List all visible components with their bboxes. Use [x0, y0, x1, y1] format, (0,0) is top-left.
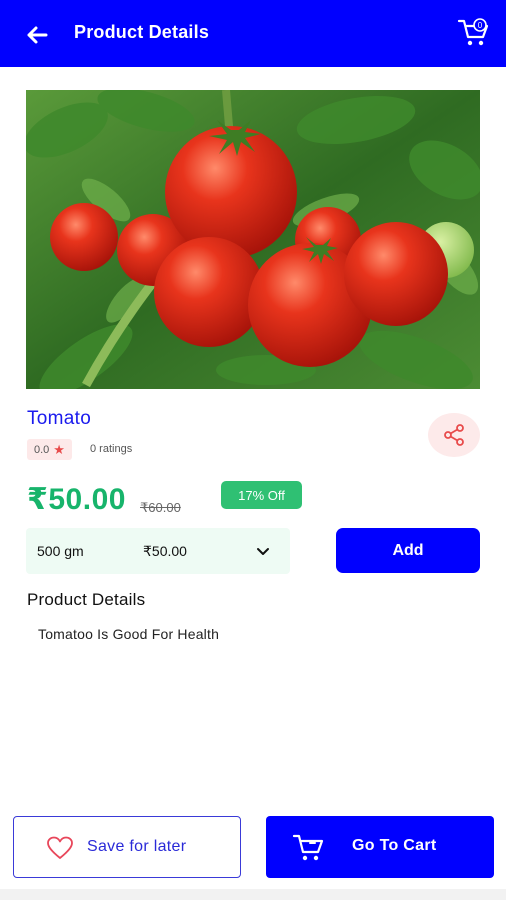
go-to-cart-label: Go To Cart — [352, 837, 437, 854]
cart-icon — [292, 834, 324, 861]
details-heading: Product Details — [27, 590, 146, 609]
add-button[interactable]: Add — [336, 528, 480, 573]
bottom-system-bar — [0, 889, 506, 900]
go-to-cart-button[interactable]: Go To Cart — [266, 816, 494, 878]
save-for-later-button[interactable]: Save for later — [13, 816, 241, 878]
page-title: Product Details — [74, 22, 210, 42]
variant-price: ₹50.00 — [143, 543, 187, 559]
ratings-count: 0 ratings — [90, 443, 133, 455]
cart-icon[interactable]: 0 — [456, 16, 492, 50]
rating-value: 0.0 — [34, 443, 50, 456]
back-arrow-icon[interactable] — [22, 20, 52, 50]
save-for-later-label: Save for later — [87, 838, 187, 855]
chevron-down-icon — [257, 548, 269, 555]
product-image[interactable] — [26, 90, 480, 389]
app-bar: Product Details 0 — [0, 0, 506, 67]
heart-icon — [47, 836, 73, 859]
product-description: Tomatoo Is Good For Health — [38, 626, 220, 642]
variant-dropdown[interactable]: 500 gm ₹50.00 — [26, 528, 290, 574]
share-button[interactable] — [428, 413, 480, 457]
rating-badge: 0.0 ★ — [27, 439, 72, 460]
discount-badge: 17% Off — [221, 481, 302, 509]
product-name: Tomato — [27, 408, 92, 429]
share-icon — [444, 424, 464, 446]
tomato-image — [26, 90, 480, 389]
original-price: ₹60.00 — [140, 500, 181, 515]
star-icon: ★ — [53, 442, 65, 457]
variant-weight: 500 gm — [37, 543, 84, 559]
product-price: ₹50.00 — [27, 483, 126, 516]
cart-count: 0 — [478, 21, 483, 30]
